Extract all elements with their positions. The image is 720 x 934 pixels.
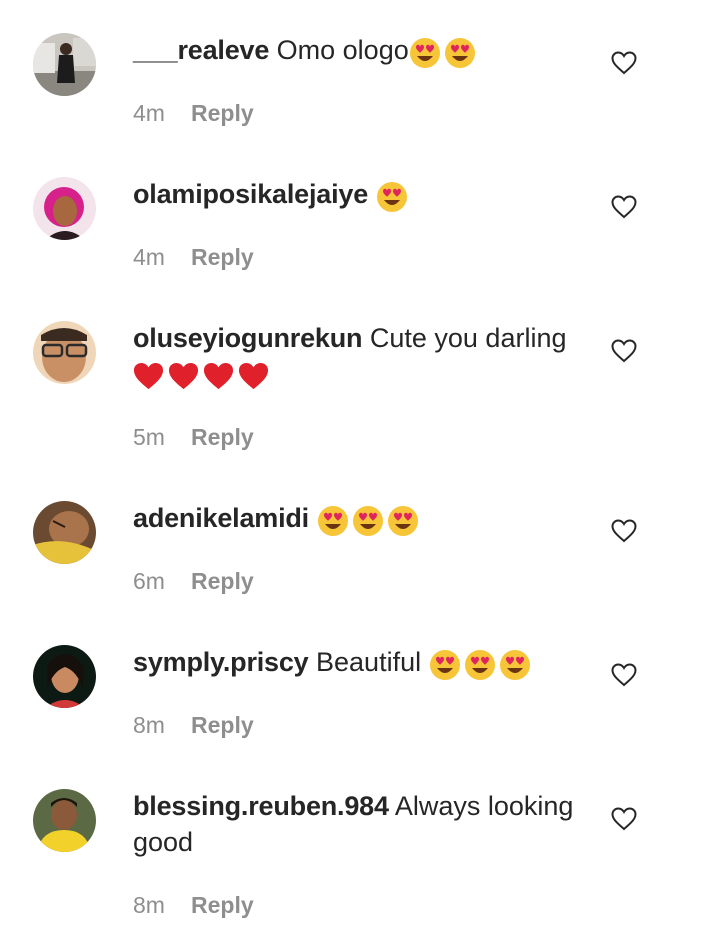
comment-body: Beautiful — [316, 647, 422, 677]
heart-outline-icon — [611, 807, 637, 831]
red-heart-emoji-icon — [238, 362, 269, 390]
reply-button[interactable]: Reply — [191, 712, 254, 738]
emoji-run — [376, 181, 411, 217]
comment-username[interactable]: blessing.reuben.984 — [133, 791, 389, 821]
avatar[interactable] — [33, 501, 96, 564]
comment-timestamp: 5m — [133, 424, 165, 450]
comment-timestamp: 8m — [133, 892, 165, 918]
reply-button[interactable]: Reply — [191, 244, 254, 270]
red-heart-emoji-icon — [133, 362, 164, 390]
comment-username[interactable]: ___realeve — [133, 35, 269, 65]
heart-eyes-emoji-icon — [499, 650, 530, 680]
avatar[interactable] — [33, 645, 96, 708]
heart-outline-icon — [611, 195, 637, 219]
emoji-run — [429, 649, 534, 685]
comment-meta: 8m Reply — [133, 711, 254, 739]
comment-username[interactable]: olamiposikalejaiye — [133, 179, 368, 209]
like-button[interactable] — [611, 195, 637, 219]
comment-text: symply.priscy Beautiful — [133, 644, 593, 685]
emoji-run — [409, 37, 479, 73]
heart-eyes-emoji-icon — [409, 38, 440, 68]
comment-text: oluseyiogunrekun Cute you darling — [133, 320, 593, 397]
comment-meta: 8m Reply — [133, 891, 254, 919]
heart-eyes-emoji-icon — [317, 506, 348, 536]
avatar[interactable] — [33, 321, 96, 384]
comment-username[interactable]: oluseyiogunrekun — [133, 323, 363, 353]
heart-eyes-emoji-icon — [464, 650, 495, 680]
heart-eyes-emoji-icon — [376, 182, 407, 212]
heart-outline-icon — [611, 663, 637, 687]
comment-meta: 5m Reply — [133, 423, 254, 451]
avatar[interactable] — [33, 177, 96, 240]
comment-meta: 4m Reply — [133, 99, 254, 127]
comment-meta: 6m Reply — [133, 567, 254, 595]
comment-timestamp: 4m — [133, 244, 165, 270]
comment-text: ___realeve Omo ologo — [133, 32, 593, 73]
like-button[interactable] — [611, 807, 637, 831]
like-button[interactable] — [611, 51, 637, 75]
comment-body: Cute you darling — [369, 323, 567, 353]
like-button[interactable] — [611, 663, 637, 687]
heart-outline-icon — [611, 519, 637, 543]
reply-button[interactable]: Reply — [191, 424, 254, 450]
like-button[interactable] — [611, 339, 637, 363]
avatar[interactable] — [33, 33, 96, 96]
heart-outline-icon — [611, 51, 637, 75]
comment-text: olamiposikalejaiye — [133, 176, 593, 217]
avatar[interactable] — [33, 789, 96, 852]
heart-eyes-emoji-icon — [352, 506, 383, 536]
comment-username[interactable]: symply.priscy — [133, 647, 309, 677]
reply-button[interactable]: Reply — [191, 568, 254, 594]
heart-eyes-emoji-icon — [429, 650, 460, 680]
emoji-run — [317, 505, 422, 541]
comment-text: blessing.reuben.984 Always looking good — [133, 788, 593, 860]
comment-text: adenikelamidi — [133, 500, 593, 541]
reply-button[interactable]: Reply — [191, 892, 254, 918]
comment-timestamp: 4m — [133, 100, 165, 126]
comment-body: Omo ologo — [276, 35, 409, 65]
heart-eyes-emoji-icon — [387, 506, 418, 536]
emoji-run — [133, 361, 273, 397]
comment-timestamp: 8m — [133, 712, 165, 738]
comment-username[interactable]: adenikelamidi — [133, 503, 309, 533]
comment-timestamp: 6m — [133, 568, 165, 594]
heart-eyes-emoji-icon — [444, 38, 475, 68]
comment-meta: 4m Reply — [133, 243, 254, 271]
heart-outline-icon — [611, 339, 637, 363]
like-button[interactable] — [611, 519, 637, 543]
reply-button[interactable]: Reply — [191, 100, 254, 126]
red-heart-emoji-icon — [168, 362, 199, 390]
red-heart-emoji-icon — [203, 362, 234, 390]
